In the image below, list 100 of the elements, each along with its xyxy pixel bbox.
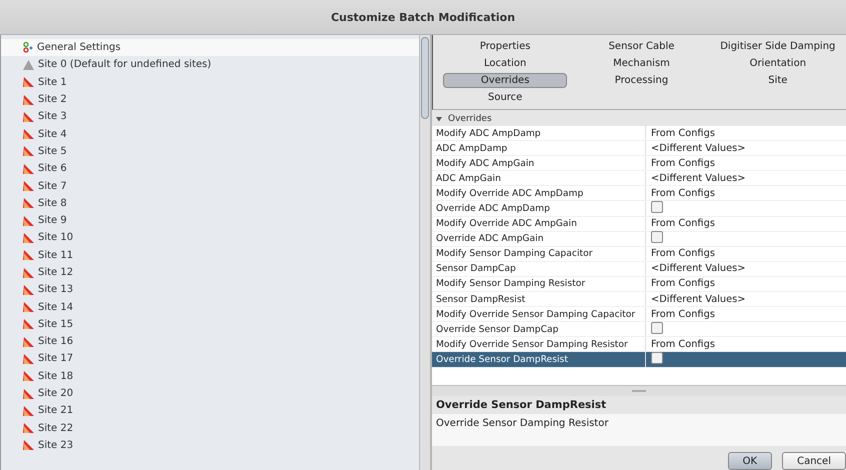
tab[interactable]: Location	[443, 56, 568, 71]
site-icon	[23, 284, 34, 295]
site-icon	[23, 216, 34, 226]
property-row[interactable]: Modify Sensor Damping Capacitor From Configs	[432, 246, 846, 262]
property-name: Modify Override ADC AmpGain	[432, 216, 646, 231]
list-item[interactable]: Site 14	[1, 298, 419, 316]
dropdown-value[interactable]: From Configs	[646, 248, 846, 260]
property-name: Modify Override Sensor Damping Resistor	[432, 337, 646, 352]
checkbox[interactable]	[651, 322, 663, 334]
list-item[interactable]: Site 20	[1, 384, 419, 402]
property-name: Modify ADC AmpGain	[432, 156, 646, 170]
value-text: <Different Values>	[650, 294, 746, 305]
site-icon	[23, 77, 34, 88]
property-row[interactable]: Modify Override Sensor Damping Resistor From Configs	[432, 337, 846, 352]
site-icon	[23, 406, 34, 416]
property-row[interactable]: Modify ADC AmpGain From Configs	[432, 156, 846, 172]
site-icon	[23, 319, 34, 330]
list-item[interactable]: Site 23	[1, 436, 419, 454]
tab[interactable]: Mechanism	[579, 56, 704, 71]
property-row[interactable]: Modify Override ADC AmpDamp From Configs	[432, 186, 846, 202]
property-name: Override ADC AmpDamp	[432, 201, 646, 216]
property-row[interactable]: Override ADC AmpDamp	[432, 201, 846, 217]
window-title: Customize Batch Modification	[330, 10, 516, 24]
list-item[interactable]: Site 4	[1, 125, 419, 143]
dialog-button[interactable]: Cancel	[782, 452, 846, 470]
caret-icon	[436, 116, 442, 122]
dropdown-value[interactable]: From Configs	[646, 278, 846, 290]
site-icon	[23, 268, 34, 278]
list-item[interactable]: Site 6	[1, 160, 419, 178]
list-item[interactable]: Site 17	[1, 350, 419, 368]
group-header[interactable]: Overrides	[432, 112, 846, 126]
site-icon	[23, 232, 34, 243]
property-name: Override Sensor DampResist	[432, 352, 646, 366]
property-row[interactable]: Override ADC AmpGain	[432, 232, 846, 247]
list-item[interactable]: Site 16	[1, 333, 419, 350]
tab[interactable]: Overrides	[443, 73, 568, 88]
property-row[interactable]: ADC AmpGain <Different Values>	[432, 171, 846, 186]
site-icon	[23, 423, 34, 434]
site-icon	[23, 336, 34, 347]
list-item[interactable]: Site 18	[1, 368, 419, 385]
list-item[interactable]: Site 9	[1, 212, 419, 230]
tab[interactable]: Sensor Cable	[579, 39, 704, 54]
property-row[interactable]: ADC AmpDamp <Different Values>	[432, 141, 846, 156]
property-name: Modify Override ADC AmpDamp	[432, 186, 646, 200]
property-row[interactable]: Modify ADC AmpDamp From Configs	[432, 126, 846, 142]
checkbox[interactable]	[651, 352, 663, 364]
tab[interactable]: Orientation	[716, 56, 840, 71]
property-row[interactable]: Override Sensor DampResist	[432, 352, 846, 368]
tab[interactable]: Site	[716, 73, 840, 88]
dropdown-value[interactable]: From Configs	[646, 188, 846, 199]
dialog-button[interactable]: OK	[728, 452, 772, 470]
dropdown-value[interactable]: From Configs	[646, 308, 846, 320]
list-item[interactable]: Site 0 (Default for undefined sites)	[1, 56, 419, 74]
tab[interactable]: Source	[443, 90, 568, 105]
site-icon	[23, 181, 34, 192]
group-title: Overrides	[448, 114, 492, 124]
property-name: Override Sensor DampCap	[432, 322, 646, 336]
list-item[interactable]: Site 5	[1, 142, 419, 160]
site-icon	[23, 94, 34, 105]
list-item[interactable]: Site 22	[1, 420, 419, 437]
tab[interactable]: Digitiser Side Damping	[716, 39, 840, 54]
checkbox[interactable]	[651, 201, 663, 214]
scrollbar[interactable]	[419, 35, 430, 470]
value-text: <Different Values>	[650, 172, 746, 184]
dropdown-value[interactable]: From Configs	[646, 158, 846, 169]
site-icon	[23, 302, 34, 312]
list-item[interactable]: Site 3	[1, 108, 419, 126]
value-text: <Different Values>	[650, 142, 746, 154]
site-icon	[23, 354, 34, 364]
list-item[interactable]: Site 11	[1, 246, 419, 264]
list-item[interactable]: Site 7	[1, 177, 419, 195]
property-name: ADC AmpGain	[432, 171, 646, 186]
list-item[interactable]: Site 12	[1, 264, 419, 282]
list-item[interactable]: Site 10	[1, 229, 419, 247]
scroll-thumb[interactable]	[421, 37, 429, 119]
property-name: Modify Override Sensor Damping Capacitor	[432, 307, 646, 322]
property-row[interactable]: Override Sensor DampCap	[432, 322, 846, 338]
dropdown-value[interactable]: From Configs	[646, 338, 846, 350]
property-row[interactable]: Sensor DampResist <Different Values>	[432, 292, 846, 308]
site-icon	[23, 388, 34, 399]
list-item[interactable]: General Settings	[1, 39, 419, 56]
property-row[interactable]: Modify Override Sensor Damping Capacitor From Configs	[432, 307, 846, 322]
dropdown-value[interactable]: From Configs	[646, 128, 846, 139]
list-item[interactable]: Site 8	[1, 194, 419, 212]
dropdown-value[interactable]: From Configs	[646, 218, 846, 230]
site-icon	[23, 250, 34, 260]
list-item[interactable]: Site 1	[1, 74, 419, 91]
checkbox[interactable]	[651, 231, 663, 244]
tab[interactable]: Properties	[443, 39, 568, 54]
list-item[interactable]: Site 13	[1, 281, 419, 298]
description-text: Override Sensor Damping Resistor	[432, 414, 846, 446]
list-item[interactable]: Site 21	[1, 402, 419, 420]
site-icon	[23, 440, 34, 450]
property-row[interactable]: Modify Sensor Damping Resistor From Configs	[432, 276, 846, 292]
tab[interactable]: Processing	[579, 73, 704, 88]
list-item[interactable]: Site 2	[1, 90, 419, 108]
property-row[interactable]: Sensor DampCap <Different Values>	[432, 262, 846, 277]
site-icon	[23, 146, 34, 156]
property-row[interactable]: Modify Override ADC AmpGain From Configs	[432, 216, 846, 232]
list-item[interactable]: Site 15	[1, 316, 419, 334]
